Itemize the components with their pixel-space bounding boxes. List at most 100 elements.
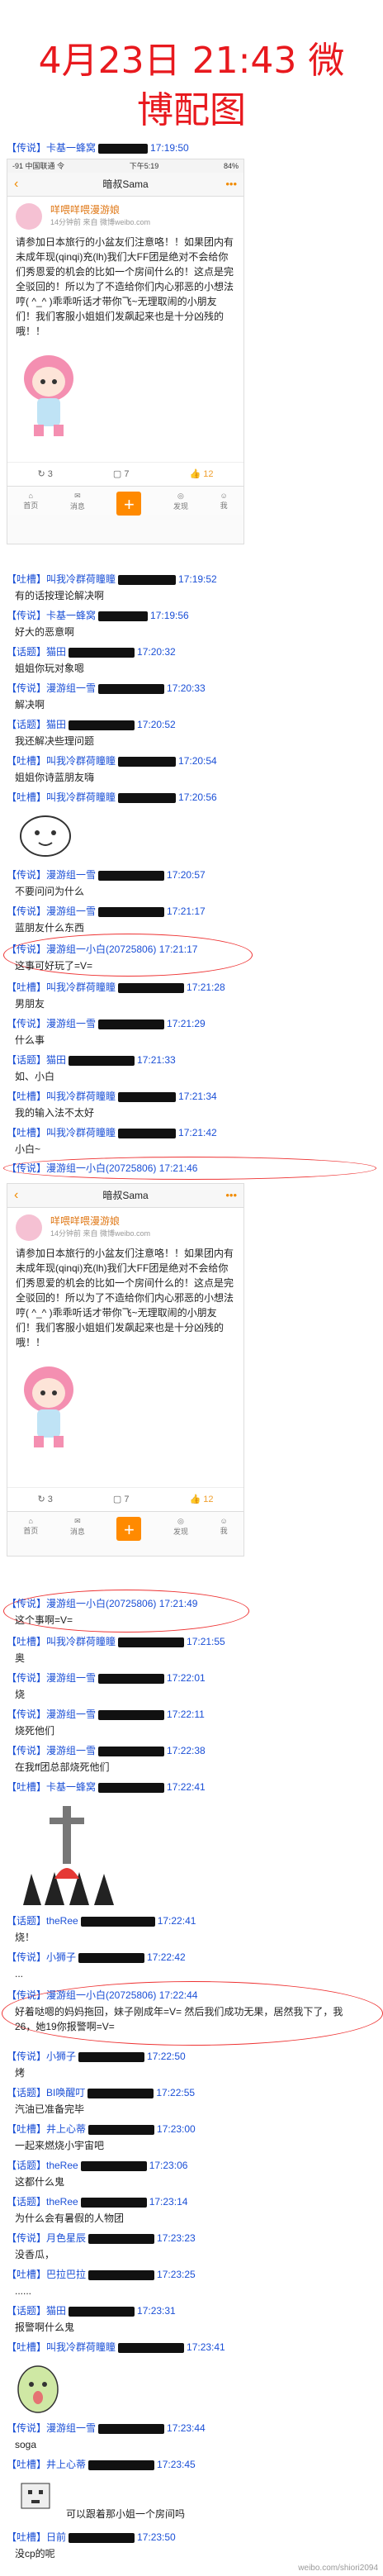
tab-messages[interactable]: ✉ 消息 — [70, 487, 85, 515]
carrier-label: -91 中国联通 令 — [12, 162, 65, 170]
post-username[interactable]: 咩喂咩喂漫游娘 — [50, 203, 235, 216]
phone-screenshot-2: ‹ 暗叔Sama ••• 咩喂咩喂漫游娘 14分钟前 来自 微博weibo.co… — [7, 1183, 244, 1557]
chat-row: 【传说】漫游组一雪 17:22:01 — [7, 1672, 206, 1684]
chat-time: 17:19:50 — [150, 142, 189, 154]
chat-message: 姐姐你玩对象嗯 — [15, 663, 85, 674]
chat-row: 【传说】漫游组一小白(20725806) 17:21:46 — [7, 1162, 198, 1174]
avatar[interactable] — [16, 203, 42, 230]
more-icon[interactable]: ••• — [225, 173, 237, 196]
tab-discover[interactable]: ◎ 发现 — [173, 1512, 188, 1540]
tab-discover[interactable]: ◎ 发现 — [173, 487, 188, 515]
chat-row: 【吐槽】叫我冷群荷瞳瞳 17:21:55 — [7, 1636, 225, 1647]
chat-row: 【吐槽】叫我冷群荷瞳瞳 17:21:34 — [7, 1091, 217, 1102]
chat-row: 【话题】猫田 17:20:52 — [7, 719, 176, 730]
chat-row: 【传说】漫游组一雪 17:22:11 — [7, 1709, 205, 1720]
chat-message: 男朋友 — [15, 998, 45, 1010]
chat-message: 一起来燃烧小宇宙吧 — [15, 2140, 105, 2151]
chat-row: 【传说】小狮子 17:22:50 — [7, 2051, 186, 2062]
status-bar: -91 中国联通 令 下午5:19 84% — [7, 159, 244, 173]
comment-button[interactable]: ▢ 7 — [113, 1488, 130, 1511]
chat-message: 小白~ — [15, 1143, 41, 1155]
comment-button[interactable]: ▢ 7 — [113, 463, 130, 486]
nav-title: 暗叔Sama — [102, 178, 149, 190]
chat-message: 什么事 — [15, 1034, 45, 1046]
chat-row: 【传说】漫游组一雪 17:21:17 — [7, 905, 206, 917]
face-sticker — [17, 810, 74, 863]
chat-message: 这事可好玩了=V= — [15, 960, 93, 972]
chat-message: 好着哒嗯的妈妈拖回，妹子刚成年=V= 然后我们成功无果，居然我下了，我26，她1… — [15, 2006, 343, 2032]
chat-message: 如、小白 — [15, 1071, 55, 1082]
chat-message: 汽油已准备完毕 — [15, 2103, 85, 2115]
chat-message: 烧！ — [15, 1932, 35, 1943]
chat-row: 【传说】卡基一蜂窝 17:19:56 — [7, 610, 189, 621]
status-time: 下午5:19 — [129, 162, 159, 170]
title-line-2: 博配图 — [137, 89, 246, 131]
chat-row: 【吐槽】叫我冷群荷瞳瞳 17:23:41 — [7, 2341, 225, 2353]
page-header: 4月23日 21:43 微 博配图 — [0, 0, 383, 132]
tab-me[interactable]: ☺ 我 — [220, 1512, 228, 1540]
avatar[interactable] — [16, 1214, 42, 1241]
chat-message: 在我ff团总部烧死他们 — [15, 1761, 110, 1773]
chat-row: 【传说】漫游组一小白(20725806) 17:21:49 — [7, 1598, 198, 1609]
repost-button[interactable]: ↻ 3 — [38, 1488, 53, 1511]
chat-row: 【传说】漫游组一雪 17:23:44 — [7, 2422, 206, 2434]
like-button[interactable]: 👍 12 — [189, 463, 213, 486]
tab-messages[interactable]: ✉ 消息 — [70, 1512, 85, 1540]
chat-row: 【传说】卡基一蜂窝 17:19:50 — [7, 139, 378, 157]
repost-button[interactable]: ↻ 3 — [38, 463, 53, 486]
post-username[interactable]: 咩喂咩喂漫游娘 — [50, 1214, 235, 1228]
plus-icon[interactable]: + — [116, 1517, 142, 1541]
comment-count: 7 — [124, 469, 130, 479]
chat-row: 【传说】漫游组一雪 17:21:29 — [7, 1018, 206, 1029]
tab-me[interactable]: ☺ 我 — [220, 487, 228, 515]
anime-girl-image[interactable] — [16, 1358, 82, 1449]
chat-message: 奥 — [15, 1652, 26, 1664]
chat-message: ...... — [15, 2285, 32, 2297]
tab-home[interactable]: ⌂ 首页 — [23, 487, 38, 515]
chat-message: 烧 — [15, 1689, 26, 1700]
chat-row: 【吐槽】井上心蒂 17:23:45 — [7, 2459, 196, 2470]
chat-message: 解决啊 — [15, 699, 45, 711]
chat-row: 【传说】漫游组一小白(20725806) 17:21:17 — [7, 943, 198, 955]
chat-row: 【吐槽】井上心蒂 17:23:00 — [7, 2123, 196, 2135]
chat-message: 我还解决些理问题 — [15, 735, 95, 747]
chat-row: 【传说】小狮子 17:22:42 — [7, 1951, 186, 1963]
nav-bar: ‹ 暗叔Sama ••• — [7, 173, 244, 197]
plus-icon[interactable]: + — [116, 492, 142, 516]
anime-girl-image[interactable] — [16, 347, 82, 438]
back-arrow-icon[interactable]: ‹ — [14, 173, 18, 196]
chat-row: 【传说】月色星辰 17:23:23 — [7, 2232, 196, 2244]
chat-row: 【吐槽】巴拉巴拉 17:23:25 — [7, 2269, 196, 2280]
redaction-bar — [98, 143, 149, 154]
weibo-post: 咩喂咩喂漫游娘 14分钟前 来自 微博weibo.com 请参加日本旅行的小盆友… — [7, 1208, 244, 1487]
chat-row: 【吐槽】日前 17:23:50 — [7, 2531, 176, 2543]
chat-row: 【吐槽】叫我冷群荷瞳瞳 17:21:28 — [7, 981, 225, 993]
repost-count: 3 — [47, 469, 53, 479]
post-body: 请参加日本旅行的小盆友们注意咯！！如果团内有未成年现(qinqi)充(lh)我们… — [16, 236, 234, 337]
chat-row: 【话题】猫田 17:21:33 — [7, 1054, 176, 1066]
back-arrow-icon[interactable]: ‹ — [14, 1184, 18, 1207]
chat-message: 好大的恶意啊 — [15, 626, 75, 638]
chat-row: 【话题】猫田 17:20:32 — [7, 646, 176, 658]
chat-message: 我的输入法不太好 — [15, 1107, 95, 1119]
tab-home[interactable]: ⌂ 首页 — [23, 1512, 38, 1540]
more-icon[interactable]: ••• — [225, 1184, 237, 1207]
bottom-tab-bar: ⌂ 首页 ✉ 消息 + ◎ 发现 ☺ 我 — [7, 1511, 244, 1541]
chat-row: 【吐槽】叫我冷群荷瞳瞳 17:20:56 — [7, 791, 217, 803]
title-line-1: 4月23日 21:43 微 — [38, 40, 345, 82]
like-button[interactable]: 👍 12 — [189, 1488, 213, 1511]
page-title: 4月23日 21:43 微 博配图 — [0, 36, 383, 135]
post-meta: 14分钟前 来自 微博weibo.com — [50, 1229, 151, 1238]
chat-row: 【吐槽】叫我冷群荷瞳瞳 17:19:52 — [7, 573, 217, 585]
chat-row: 【话题】BI唤醒叮 17:22:55 — [7, 2087, 196, 2098]
bottom-tab-bar: ⌂ 首页 ✉ 消息 + ◎ 发现 ☺ 我 — [7, 486, 244, 516]
chat-row: 【吐槽】卡基一蜂窝 17:22:41 — [7, 1781, 206, 1793]
tab-compose[interactable]: + — [116, 487, 142, 516]
nav-title: 暗叔Sama — [102, 1190, 149, 1201]
chat-message: 没香瓜， — [15, 2249, 55, 2260]
weibo-post: 咩喂咩喂漫游娘 14分钟前 来自 微博weibo.com 请参加日本旅行的小盆友… — [7, 197, 244, 462]
chat-message: 姐姐你诗蓝朋友嗨 — [15, 772, 95, 783]
tab-compose[interactable]: + — [116, 1512, 142, 1541]
chat-row: 【话题】猫田 17:23:31 — [7, 2305, 176, 2317]
chat-message: 这个事啊=V= — [15, 1614, 73, 1626]
